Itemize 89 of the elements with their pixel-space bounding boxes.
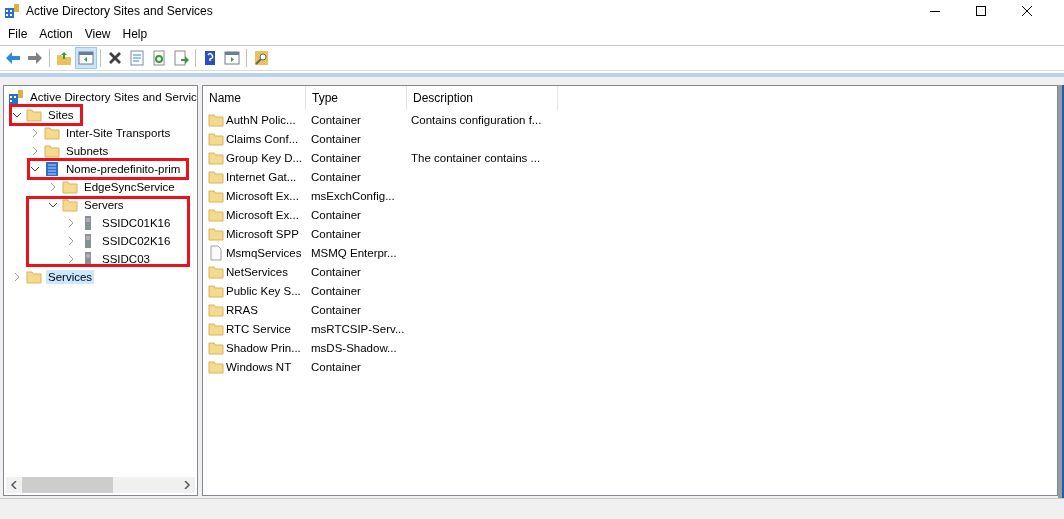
tree-item[interactable]: Subnets <box>64 144 111 158</box>
maximize-icon[interactable] <box>976 6 986 16</box>
table-cell-text: Container <box>310 113 362 126</box>
table-cell-text: Contains configuration f... <box>410 113 543 126</box>
folder-icon <box>208 111 224 128</box>
scroll-left-icon[interactable] <box>10 481 18 489</box>
collapse-chevron-icon[interactable] <box>48 200 58 210</box>
directory-icon <box>8 89 24 105</box>
list-item[interactable]: NetServices <box>226 265 288 278</box>
list-item[interactable]: Windows NT <box>226 360 292 373</box>
folder-icon <box>208 339 224 356</box>
table-cell-text: msDS-Shadow... <box>310 341 398 354</box>
menu-item[interactable]: File <box>2 27 34 41</box>
tree-item[interactable]: Nome-predefinito-prim <box>64 162 183 176</box>
table-cell-text: Container <box>310 284 362 297</box>
window-title: Active Directory Sites and Services <box>26 4 213 18</box>
app-icon <box>4 3 20 19</box>
table-cell-text: msExchConfig... <box>310 189 396 202</box>
menu-item[interactable]: View <box>78 27 117 41</box>
folder-icon <box>62 197 78 213</box>
folder-icon <box>208 206 224 223</box>
table-cell-text: msRTCSIP-Serv... <box>310 322 405 335</box>
close-icon[interactable] <box>1022 6 1032 16</box>
folder-icon <box>62 179 78 195</box>
tree-item[interactable]: SSIDC02K16 <box>100 234 173 248</box>
building-icon <box>44 161 60 177</box>
pane-icon[interactable] <box>75 47 97 69</box>
table-cell-text: Container <box>310 265 362 278</box>
folder-icon <box>208 149 224 166</box>
folder-icon <box>44 125 60 141</box>
list-item[interactable]: Internet Gat... <box>226 170 297 183</box>
tree-item[interactable]: Servers <box>82 198 126 212</box>
table-cell-text: Container <box>310 132 362 145</box>
table-cell-text: Container <box>310 360 362 373</box>
list-item[interactable]: Microsoft SPP <box>226 227 299 240</box>
list-item[interactable]: MsmqServices <box>226 246 302 259</box>
folder-icon <box>26 269 42 285</box>
folder-icon <box>208 187 224 204</box>
folder-icon <box>208 320 224 337</box>
folder-icon <box>26 107 42 123</box>
list-item[interactable]: Public Key S... <box>226 284 301 297</box>
folder-icon <box>208 130 224 147</box>
scroll-right-icon[interactable] <box>183 481 191 489</box>
expand-chevron-icon[interactable] <box>30 146 40 156</box>
table-cell-text: Container <box>310 170 362 183</box>
folder-icon <box>208 282 224 299</box>
horizontal-scrollbar[interactable] <box>6 477 195 493</box>
tree-item[interactable]: Active Directory Sites and Servic <box>28 90 199 104</box>
expand-chevron-icon[interactable] <box>66 236 76 246</box>
collapse-chevron-icon[interactable] <box>12 110 22 120</box>
table-cell-text: The container contains ... <box>410 151 542 164</box>
column-header[interactable]: Type <box>306 86 407 110</box>
document-icon <box>208 244 224 261</box>
expand-chevron-icon[interactable] <box>48 182 58 192</box>
list-item[interactable]: Shadow Prin... <box>226 341 301 354</box>
tree-item[interactable]: SSIDC01K16 <box>100 216 173 230</box>
tree-item[interactable]: EdgeSyncService <box>82 180 177 194</box>
folder-icon <box>208 168 224 185</box>
list-item[interactable]: Microsoft Ex... <box>226 208 299 221</box>
expand-chevron-icon[interactable] <box>66 254 76 264</box>
folder-icon <box>208 225 224 242</box>
tree-item[interactable]: Services <box>46 270 95 284</box>
table-cell-text: MSMQ Enterpr... <box>310 246 398 259</box>
expand-chevron-icon[interactable] <box>12 272 22 282</box>
folder-icon <box>208 263 224 280</box>
list-item[interactable]: Microsoft Ex... <box>226 189 299 202</box>
tree-item[interactable]: Inter-Site Transports <box>64 126 173 140</box>
list-item[interactable]: Claims Conf... <box>226 132 299 145</box>
folder-icon <box>208 358 224 375</box>
table-cell-text: Container <box>310 303 362 316</box>
collapse-chevron-icon[interactable] <box>30 164 40 174</box>
column-header[interactable]: Name <box>203 86 306 110</box>
tree-item[interactable]: SSIDC03 <box>100 252 152 266</box>
table-cell-text: Container <box>310 208 362 221</box>
scrollbar-thumb[interactable] <box>22 477 114 493</box>
list-item[interactable]: Group Key D... <box>226 151 303 164</box>
expand-chevron-icon[interactable] <box>66 218 76 228</box>
folder-icon <box>208 301 224 318</box>
folder-icon <box>44 143 60 159</box>
list-item[interactable]: AuthN Polic... <box>226 113 296 126</box>
menu-item[interactable]: Action <box>33 27 79 41</box>
menu-item[interactable]: Help <box>116 27 154 41</box>
expand-chevron-icon[interactable] <box>30 128 40 138</box>
column-header[interactable]: Description <box>407 86 558 110</box>
table-cell-text: Container <box>310 227 362 240</box>
list-item[interactable]: RRAS <box>226 303 258 316</box>
list-item[interactable]: RTC Service <box>226 322 291 335</box>
tree-item[interactable]: Sites <box>46 108 76 122</box>
table-cell-text: Container <box>310 151 362 164</box>
